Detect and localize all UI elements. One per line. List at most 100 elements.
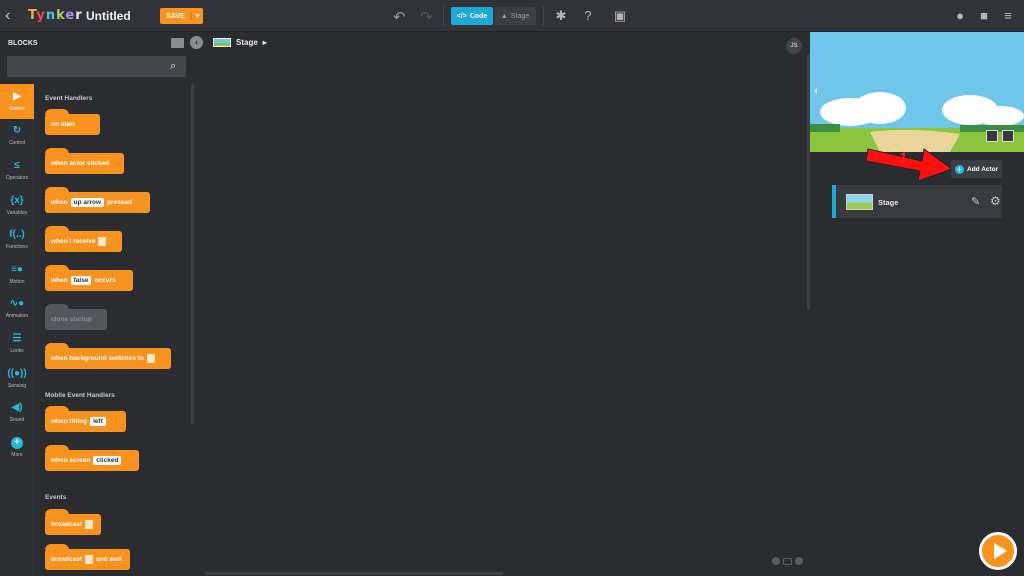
add-actor-button[interactable]: + Add Actor bbox=[951, 160, 1002, 178]
stage-thumbnail bbox=[213, 38, 231, 47]
undo-icon[interactable]: ↶ bbox=[393, 8, 406, 26]
category-sound[interactable]: ◀) Sound bbox=[0, 395, 34, 430]
actor-name: Stage bbox=[878, 198, 899, 207]
help-icon[interactable]: ? bbox=[580, 8, 596, 24]
message-slot[interactable] bbox=[98, 237, 107, 246]
block-when-i-receive[interactable]: when I receive bbox=[45, 226, 122, 252]
play-button[interactable] bbox=[979, 532, 1017, 570]
javascript-toggle[interactable]: JS bbox=[786, 38, 802, 54]
screen-event-dropdown[interactable]: clicked bbox=[93, 456, 122, 465]
chevron-down-icon[interactable]: ▾ bbox=[191, 12, 203, 20]
tynker-editor: ‹ Tynker Untitled SAVE ▾ ↶ ↷ </> Code ▲ … bbox=[0, 0, 1024, 576]
category-label: Functions bbox=[6, 244, 28, 251]
zoom-in-icon[interactable] bbox=[795, 557, 803, 565]
block-label: clone startup bbox=[51, 316, 92, 323]
block-on-start[interactable]: on start bbox=[45, 109, 100, 135]
category-variables[interactable]: {x} Variables bbox=[0, 188, 34, 223]
key-dropdown[interactable]: up arrow bbox=[70, 198, 105, 207]
breadcrumb-label: Stage bbox=[236, 38, 258, 47]
tynker-logo[interactable]: Tynker bbox=[28, 8, 83, 23]
pencil-icon[interactable]: ✎ bbox=[971, 195, 980, 208]
background-slot[interactable] bbox=[146, 354, 155, 363]
script-canvas[interactable]: Stage ▸ bbox=[205, 32, 810, 576]
robot-icon[interactable]: ▣ bbox=[612, 8, 628, 24]
block-label: pressed bbox=[107, 199, 133, 206]
actor-thumbnail bbox=[846, 194, 873, 210]
stage-preview[interactable] bbox=[810, 32, 1024, 152]
message-slot[interactable] bbox=[85, 555, 94, 564]
sensing-icon: ((●)) bbox=[7, 367, 27, 379]
tab-code[interactable]: </> Code bbox=[451, 7, 493, 25]
variables-icon: {x} bbox=[10, 194, 24, 206]
block-label: on start bbox=[51, 121, 75, 128]
book-icon[interactable] bbox=[171, 38, 184, 48]
small-stage-icon[interactable] bbox=[986, 130, 998, 142]
block-label: when bbox=[51, 199, 68, 206]
block-label: when background switches to bbox=[51, 355, 144, 362]
message-slot[interactable] bbox=[85, 520, 94, 529]
menu-icon[interactable]: ≡ bbox=[1000, 8, 1016, 24]
condition-slot[interactable]: false bbox=[70, 276, 92, 285]
category-operators[interactable]: ≤ Operators bbox=[0, 153, 34, 188]
block-when-tilting[interactable]: when tilting left bbox=[45, 406, 126, 432]
category-label: Operators bbox=[5, 174, 29, 181]
category-label: Sound bbox=[9, 417, 25, 424]
gear-icon[interactable]: ⚙ bbox=[990, 194, 1001, 208]
block-label: when screen bbox=[51, 457, 91, 464]
block-when-occurs[interactable]: when false occurs bbox=[45, 265, 133, 291]
zoom-out-icon[interactable] bbox=[772, 557, 780, 565]
section-heading: Events bbox=[45, 494, 67, 501]
block-when-background-switches[interactable]: when background switches to bbox=[45, 343, 171, 369]
category-events[interactable]: ▶ Events bbox=[0, 84, 34, 119]
category-control[interactable]: ↻ Control bbox=[0, 119, 34, 154]
block-when-key-pressed[interactable]: when up arrow pressed bbox=[45, 187, 150, 213]
play-icon: ▶ bbox=[13, 90, 21, 102]
back-arrow-icon[interactable]: ‹ bbox=[5, 8, 17, 24]
blocks-title: BLOCKS bbox=[8, 40, 38, 47]
blocks-scrollbar[interactable] bbox=[191, 84, 194, 424]
search-icon[interactable]: ⌕ bbox=[170, 60, 176, 73]
category-label: Sensing bbox=[7, 382, 27, 389]
category-motion[interactable]: ≡● Motion bbox=[0, 257, 34, 292]
plus-icon: + bbox=[955, 164, 964, 174]
actor-item-stage[interactable]: Stage ✎ ⚙ bbox=[832, 185, 1002, 218]
blocks-search-input[interactable] bbox=[7, 56, 186, 77]
code-icon: </> bbox=[456, 12, 467, 20]
chevron-right-icon: ▸ bbox=[262, 38, 267, 47]
block-clone-startup[interactable]: clone startup bbox=[45, 304, 107, 330]
breadcrumb[interactable]: Stage ▸ bbox=[213, 38, 267, 47]
block-when-actor-clicked[interactable]: when actor clicked bbox=[45, 148, 124, 174]
category-animation[interactable]: ∿● Animation bbox=[0, 292, 34, 327]
tab-stage[interactable]: ▲ Stage bbox=[494, 7, 536, 25]
block-broadcast[interactable]: broadcast bbox=[45, 509, 101, 535]
category-looks[interactable]: ☰ Looks bbox=[0, 326, 34, 361]
redo-icon[interactable]: ↷ bbox=[420, 8, 433, 26]
category-label: Events bbox=[9, 105, 25, 112]
block-when-screen[interactable]: when screen clicked bbox=[45, 445, 139, 471]
collapse-stage-icon[interactable] bbox=[814, 88, 817, 94]
block-label: when bbox=[51, 277, 68, 284]
category-sensing[interactable]: ((●)) Sensing bbox=[0, 361, 34, 396]
divider bbox=[543, 6, 544, 26]
save-label: SAVE bbox=[166, 12, 185, 20]
user-icon[interactable]: ● bbox=[952, 8, 968, 24]
category-functions[interactable]: f(..) Functions bbox=[0, 222, 34, 257]
block-label: occurs bbox=[94, 277, 116, 284]
canvas-horizontal-scrollbar[interactable] bbox=[205, 572, 503, 575]
fullscreen-icon[interactable] bbox=[1002, 130, 1014, 142]
category-label: Animation bbox=[5, 313, 29, 320]
section-heading: Mobile Event Handlers bbox=[45, 392, 115, 399]
bug-icon[interactable]: ✱ bbox=[553, 8, 569, 24]
category-label: Control bbox=[8, 140, 26, 147]
loop-icon: ↻ bbox=[12, 125, 22, 137]
zoom-reset-icon[interactable] bbox=[783, 557, 792, 565]
tab-stage-label: Stage bbox=[510, 12, 530, 20]
category-more[interactable]: + More bbox=[0, 430, 34, 465]
project-title[interactable]: Untitled bbox=[86, 9, 131, 23]
direction-dropdown[interactable]: left bbox=[90, 417, 106, 426]
collapse-panel-icon[interactable]: ‹ bbox=[190, 36, 203, 49]
chat-icon[interactable]: ■ bbox=[976, 8, 992, 24]
save-button[interactable]: SAVE ▾ bbox=[160, 8, 203, 24]
block-broadcast-and-wait[interactable]: broadcast and wait bbox=[45, 544, 130, 570]
plus-circle-icon: + bbox=[11, 436, 23, 449]
